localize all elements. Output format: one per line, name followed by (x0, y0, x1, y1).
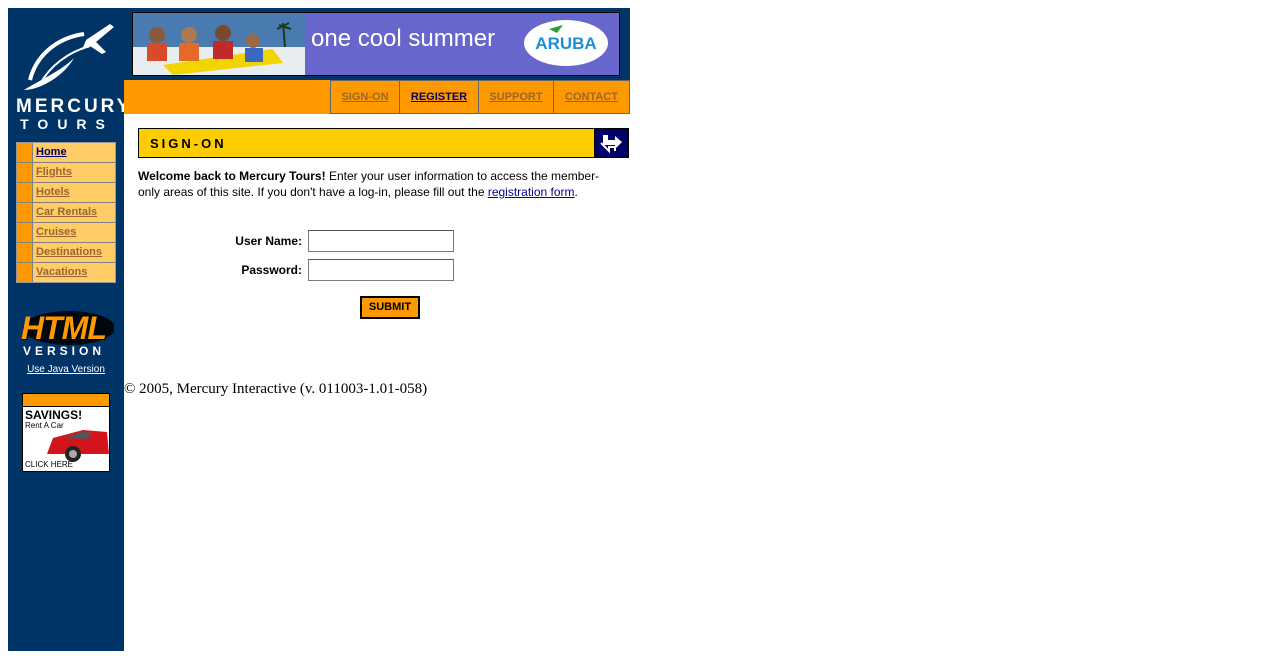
sidebar-nav: Home Flights Hotels Car Rentals Cruises … (16, 142, 116, 283)
mercury-tours-logo[interactable]: MERCURY TOURS (16, 18, 133, 132)
nav-support-link[interactable]: SUPPORT (479, 80, 554, 114)
sidebar-item-hotels[interactable]: Hotels (17, 182, 115, 202)
sidebar-item-label[interactable]: Flights (33, 163, 72, 182)
sidebar-item-label[interactable]: Vacations (33, 263, 87, 282)
sidebar-item-flights[interactable]: Flights (17, 162, 115, 182)
nav-bullet (17, 183, 33, 202)
ad-cta: CLICK HERE (25, 460, 74, 469)
promo-banner[interactable]: one cool summer ARUBA (132, 12, 620, 76)
sidebar: MERCURY TOURS Home Flights Hotels Car Re… (8, 8, 133, 651)
banner-photo (133, 13, 305, 75)
sidebar-item-destinations[interactable]: Destinations (17, 242, 115, 262)
nav-signon-link[interactable]: SIGN-ON (330, 80, 400, 114)
aruba-logo: ARUBA (523, 19, 609, 67)
sidebar-item-home[interactable]: Home (17, 143, 115, 162)
red-car-icon (47, 430, 109, 462)
welcome-period: . (574, 185, 578, 199)
username-field[interactable] (308, 230, 454, 252)
page-title: SIGN-ON (150, 136, 227, 151)
sidebar-item-label[interactable]: Home (33, 143, 67, 162)
nav-register-link[interactable]: REGISTER (400, 80, 479, 114)
version-badge-text: VERSION (23, 344, 106, 358)
registration-form-link[interactable]: registration form (488, 185, 575, 199)
nav-bullet (17, 163, 33, 182)
submit-button[interactable]: SUBMIT (360, 296, 420, 319)
sidebar-item-cruises[interactable]: Cruises (17, 222, 115, 242)
nav-bullet (17, 243, 33, 262)
java-version-link[interactable]: Use Java Version (8, 364, 124, 375)
sidebar-item-label[interactable]: Car Rentals (33, 203, 97, 222)
nav-bullet (17, 143, 33, 162)
password-field[interactable] (308, 259, 454, 281)
sidebar-item-label[interactable]: Hotels (33, 183, 70, 202)
sidebar-item-car-rentals[interactable]: Car Rentals (17, 202, 115, 222)
banner-tagline: one cool summer (311, 25, 496, 52)
airplane-icon (24, 24, 114, 90)
nav-bullet (17, 203, 33, 222)
welcome-message: Welcome back to Mercury Tours! Enter you… (138, 168, 608, 200)
html-badge-text: HTML (21, 310, 107, 346)
copyright-footer: © 2005, Mercury Interactive (v. 011003-1… (124, 381, 428, 397)
signon-header: SIGN-ON (138, 128, 596, 158)
sidebar-item-label[interactable]: Destinations (33, 243, 102, 262)
logo-word-tours: TOURS (20, 116, 114, 132)
nav-bullet (17, 223, 33, 242)
logo-word-mercury: MERCURY (16, 96, 133, 117)
car-rental-ad[interactable]: SAVINGS! Rent A Car CLICK HERE (22, 393, 110, 472)
nav-bullet (17, 263, 33, 282)
html-version-badge: HTML VERSION (19, 308, 114, 360)
top-nav: SIGN-ON REGISTER SUPPORT CONTACT (330, 80, 630, 114)
ad-top-bar (23, 394, 109, 407)
welcome-heading: Welcome back to Mercury Tours! (138, 169, 326, 183)
password-label: Password: (241, 263, 302, 277)
username-label: User Name: (235, 234, 302, 248)
nav-contact-link[interactable]: CONTACT (554, 80, 630, 114)
aruba-brand-text: ARUBA (535, 34, 597, 53)
sidebar-item-label[interactable]: Cruises (33, 223, 76, 242)
sidebar-item-vacations[interactable]: Vacations (17, 262, 115, 282)
signon-arrows-icon (594, 128, 629, 158)
